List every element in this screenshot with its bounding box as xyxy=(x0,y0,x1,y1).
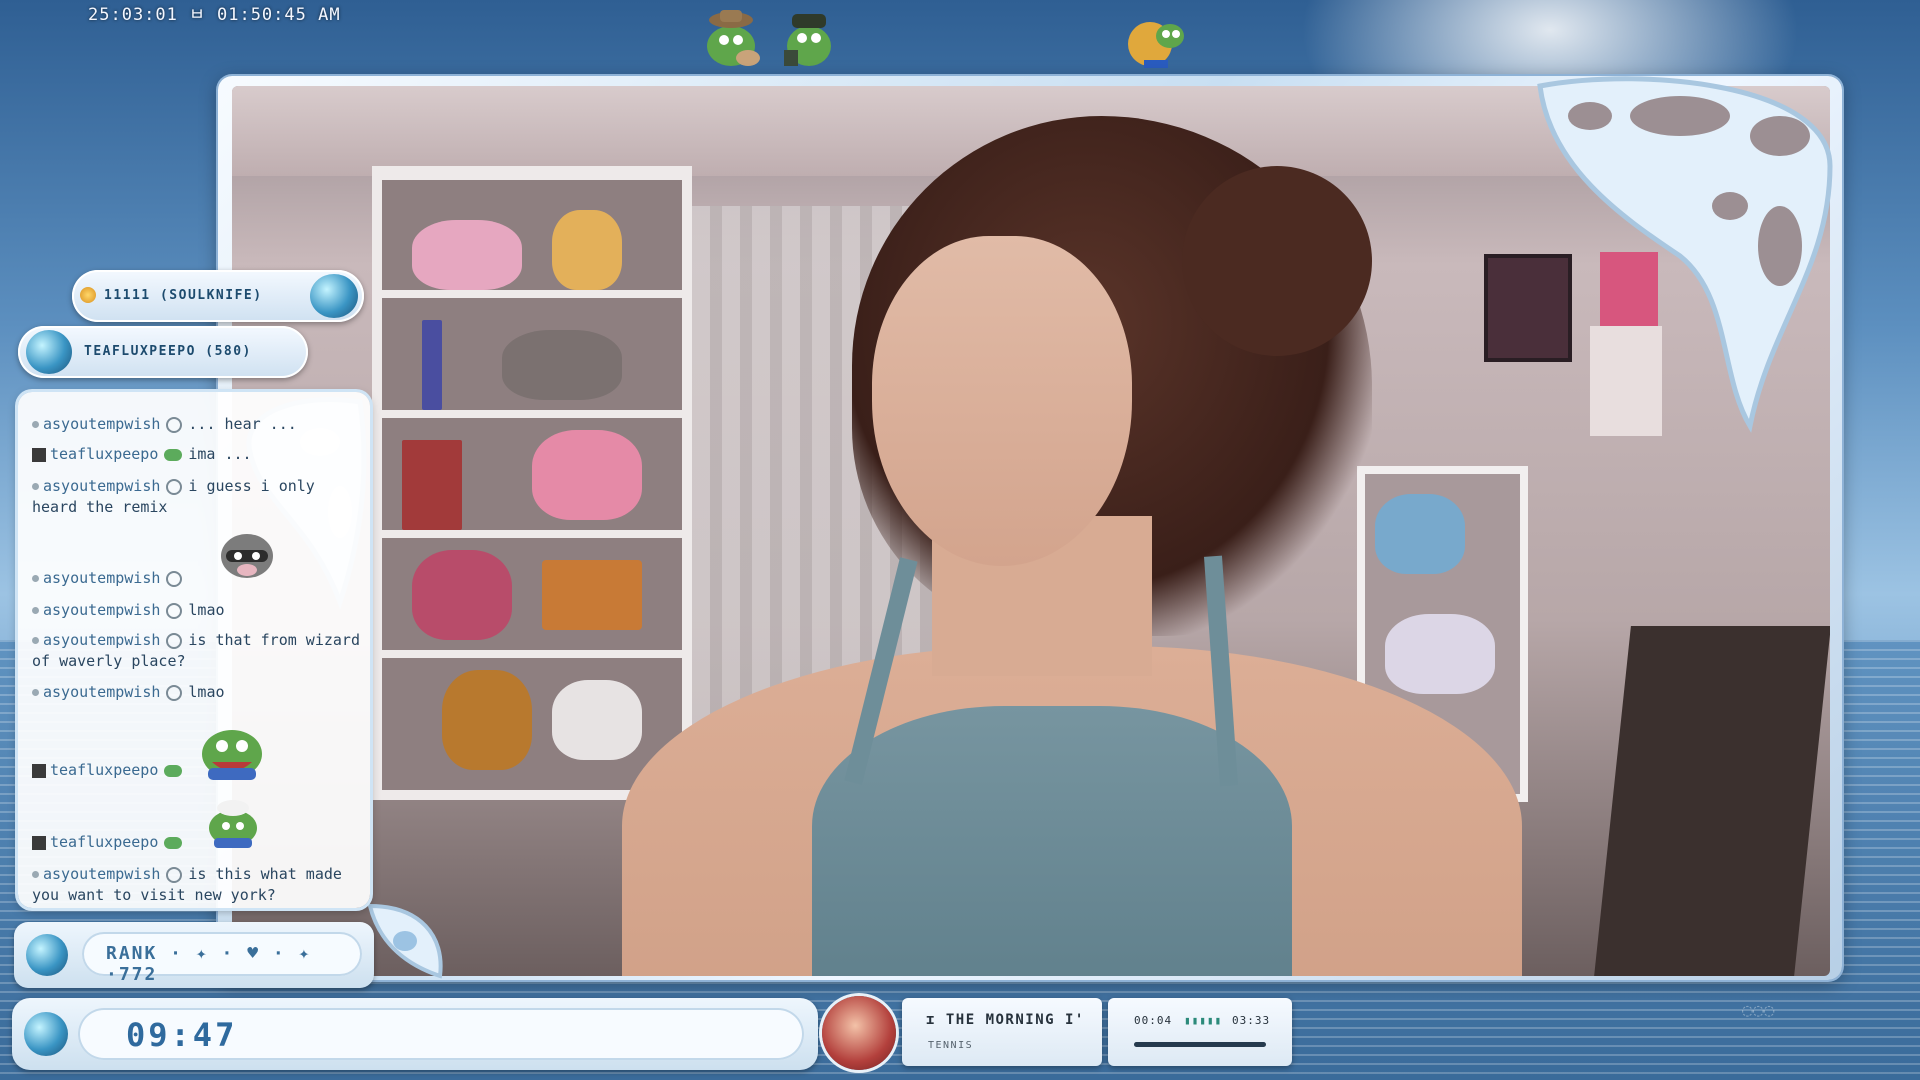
chat-message: asyoutempwish is this what made you want … xyxy=(32,865,342,904)
volume-meter: ▮▮▮▮▮ xyxy=(1184,1014,1223,1027)
datetime-readout: 25:03:01 ㅂ 01:50:45 AM xyxy=(88,5,341,25)
person-face xyxy=(872,236,1132,566)
album-art-icon xyxy=(822,996,896,1070)
coin-icon xyxy=(80,287,96,303)
countdown-timer: 09:47 xyxy=(126,1016,238,1054)
alert-pill: TEAFLUXPEEPO (580) xyxy=(18,326,308,378)
gem-icon xyxy=(26,330,72,374)
rank-label: RANK · ✦ · ♥ · ✦ ·772 xyxy=(106,943,312,985)
alert-pill: 11111 (SOULKNIFE) xyxy=(72,270,364,322)
chat-message: asyoutempwish lmao xyxy=(32,682,362,703)
chat-message: asyoutempwish... hear ... xyxy=(32,414,362,435)
elapsed-time: 00:04 xyxy=(1134,1014,1173,1027)
pepe-cheems-emote-icon xyxy=(1128,22,1184,68)
chat-message: asyoutempwish is that from wizard of wave… xyxy=(32,631,360,670)
pepe-soldier-emote-icon xyxy=(784,14,831,66)
gem-icon xyxy=(26,934,68,976)
pepe-cowboy-emote-icon xyxy=(707,10,760,66)
chat-panel: asyoutempwish... hear ... teafluxpeepo im… xyxy=(18,392,370,908)
rank-panel: RANK · ✦ · ♥ · ✦ ·772 xyxy=(14,922,374,988)
chair xyxy=(1593,626,1830,976)
timer-panel: 09:47 xyxy=(12,998,818,1070)
song-artist: TENNIS xyxy=(928,1040,974,1051)
gem-icon xyxy=(310,274,358,318)
alert-label: 11111 (SOULKNIFE) xyxy=(104,288,263,303)
gem-icon xyxy=(24,1012,68,1056)
song-title: ɪ THE MORNING I' xyxy=(926,1012,1085,1028)
chat-message: teafluxpeepo xyxy=(32,832,362,853)
chat-message: teafluxpeepo ima ... xyxy=(32,444,362,465)
playback-progress-panel: 00:04 ▮▮▮▮▮ 03:33 xyxy=(1108,998,1292,1066)
person-hair-bun xyxy=(1182,166,1372,356)
chat-message: teafluxpeepo xyxy=(32,760,362,781)
chat-message: asyoutempwish i guess i only heard the re… xyxy=(32,477,315,516)
progress-fill xyxy=(1134,1042,1266,1047)
watermark-icons: ◌◌◌ xyxy=(1742,1000,1775,1021)
bookshelf xyxy=(372,166,692,800)
butterfly-wing-icon xyxy=(1537,76,1833,433)
song-duration: 03:33 xyxy=(1232,1014,1271,1027)
now-playing-panel: ɪ THE MORNING I' TENNIS xyxy=(902,998,1102,1066)
alert-label: TEAFLUXPEEPO (580) xyxy=(84,344,252,359)
chat-message: asyoutempwish xyxy=(32,568,362,589)
progress-track xyxy=(1134,1042,1266,1047)
chat-message: asyoutempwish lmao xyxy=(32,600,362,621)
